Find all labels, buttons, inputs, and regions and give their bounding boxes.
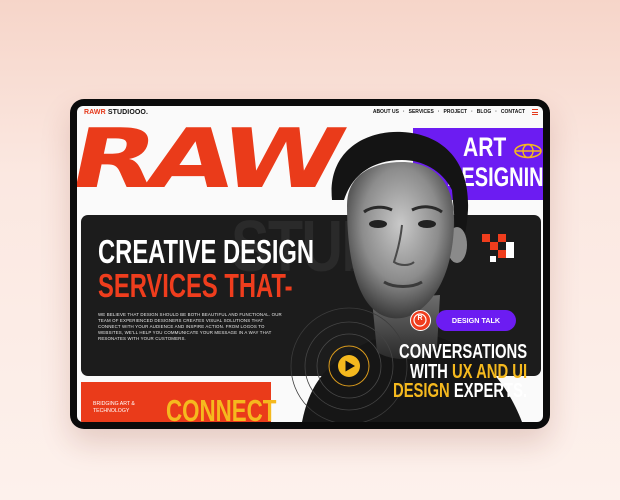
conv-line-3: DESIGN EXPERTS.	[393, 380, 528, 402]
conv-line-3b: EXPERTS.	[449, 380, 528, 402]
headline-line-2: SERVICES THAT-	[98, 267, 293, 304]
website-screen: RAWR STUDIOOO. ABOUT US · SERVICES · PROJE…	[77, 106, 543, 422]
services-paragraph: WE BELIEVE THAT DESIGN SHOULD BE BOTH BE…	[98, 312, 282, 341]
nav-contact[interactable]: CONTACT	[501, 109, 525, 115]
hamburger-menu-icon[interactable]	[532, 109, 538, 115]
nav-separator: ·	[437, 109, 440, 115]
badge-letter: R	[417, 315, 423, 322]
conv-line-3a: DESIGN	[393, 380, 450, 402]
nav-services[interactable]: SERVICES	[409, 109, 434, 115]
nav-about[interactable]: ABOUT US	[373, 109, 399, 115]
nav-separator: ·	[495, 109, 497, 115]
pixel-checker-icon	[482, 234, 514, 262]
device-frame: RAWR STUDIOOO. ABOUT US · SERVICES · PROJE…	[70, 99, 550, 429]
conversations-heading: CONVERSATIONS WITH UX AND UI DESIGN EXPE…	[393, 342, 528, 402]
registered-badge-icon: R	[410, 310, 431, 331]
nav-blog[interactable]: BLOG	[477, 109, 491, 115]
nav-separator: ·	[402, 109, 405, 115]
nav-menu: ABOUT US · SERVICES · PROJECT · BLOG · CONTA…	[373, 109, 525, 115]
bridging-tagline: BRIDGING ART & TECHNOLOGY	[93, 401, 135, 414]
connect-heading[interactable]: CONNECT	[166, 395, 276, 422]
nav-separator: ·	[471, 109, 473, 115]
design-talk-button[interactable]: DESIGN TALK	[436, 310, 516, 331]
nav-project[interactable]: PROJECT	[444, 109, 468, 115]
